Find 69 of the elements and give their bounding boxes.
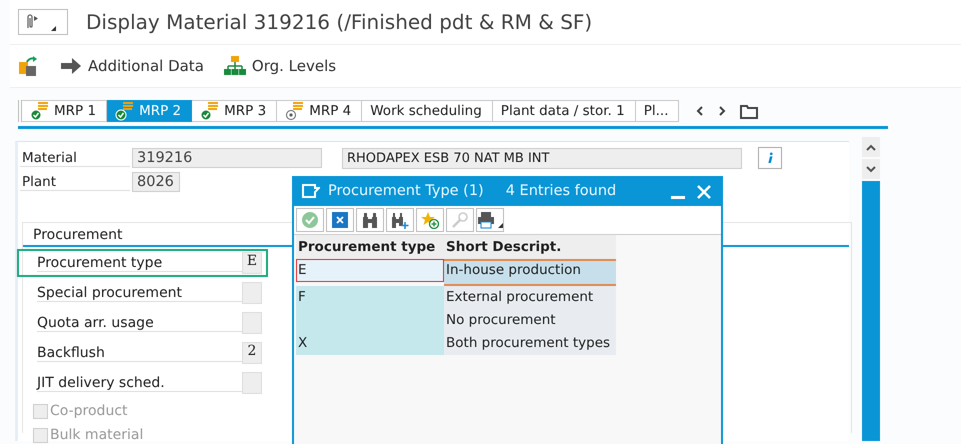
field-label: Quota arr. usage xyxy=(37,314,242,332)
checkbox-label: Bulk material xyxy=(50,427,144,443)
chevron-up-icon xyxy=(866,144,876,150)
material-field: 319216 xyxy=(132,148,322,168)
field-label: Special procurement xyxy=(37,284,242,302)
table-cell[interactable]: In-house production xyxy=(444,259,616,286)
info-button[interactable] xyxy=(758,147,782,169)
description-field: RHODAPEX ESB 70 NAT MB INT xyxy=(342,148,742,168)
binoculars-icon xyxy=(361,211,379,229)
field-label: Material xyxy=(20,150,130,166)
chevron-left-icon xyxy=(696,106,704,116)
status-ok-icon xyxy=(200,101,220,121)
scrollbar-thumb[interactable] xyxy=(862,181,880,441)
field-label: Procurement type xyxy=(37,254,242,272)
cancel-icon xyxy=(331,211,349,229)
dialog-title: Procurement Type (1) xyxy=(328,183,484,199)
menu-button[interactable] xyxy=(18,9,68,35)
table-cell[interactable]: F xyxy=(296,286,444,309)
input-field[interactable]: 2 xyxy=(242,342,262,364)
input-field[interactable] xyxy=(242,282,262,304)
input-field[interactable] xyxy=(242,372,262,394)
input-field[interactable]: E xyxy=(242,252,262,274)
checkbox-label: Co-product xyxy=(50,403,128,419)
tab[interactable]: MRP 3 xyxy=(192,100,278,122)
plant-field: 8026 xyxy=(132,172,180,192)
arrow-icon xyxy=(60,57,82,75)
binoculars-plus-icon xyxy=(391,211,409,229)
add-favorite-button[interactable] xyxy=(416,208,444,232)
status-ok-icon xyxy=(30,101,50,121)
tab[interactable]: Plant data / stor. 1 xyxy=(492,100,636,122)
chevron-right-icon xyxy=(718,106,726,116)
field-label: JIT delivery sched. xyxy=(37,374,242,392)
chevron-down-icon xyxy=(866,166,876,172)
table-cell[interactable]: External procurement xyxy=(444,286,616,309)
hierarchy-icon xyxy=(224,56,246,76)
find-next-button[interactable] xyxy=(386,208,414,232)
checkmark-icon xyxy=(301,211,319,229)
additional-data-button[interactable]: Additional Data xyxy=(60,57,204,75)
tab[interactable]: MRP 1 xyxy=(22,100,108,122)
table-cell[interactable]: Both procurement types xyxy=(444,332,616,355)
dialog-icon xyxy=(302,184,320,198)
field-label: Plant xyxy=(20,174,130,190)
window-title: Display Material 319216 (/Finished pdt & RM & SF) xyxy=(86,10,592,34)
entry-count: 4 Entries found xyxy=(506,183,616,199)
input-field[interactable] xyxy=(242,312,262,334)
tab[interactable]: MRP 4 xyxy=(277,100,362,122)
cancel-button[interactable] xyxy=(326,208,354,232)
tab[interactable]: Work scheduling xyxy=(362,100,493,122)
status-ok-icon xyxy=(115,101,136,121)
star-plus-icon xyxy=(421,211,439,229)
scroll-up-button[interactable] xyxy=(862,137,880,157)
status-open-icon xyxy=(285,101,306,121)
find-button[interactable] xyxy=(356,208,384,232)
column-header[interactable]: Short Descript. xyxy=(444,235,616,259)
folder-icon xyxy=(740,104,758,118)
tab[interactable]: Pl... xyxy=(636,100,680,122)
print-button[interactable] xyxy=(476,208,504,232)
table-cell[interactable]: E xyxy=(296,259,444,282)
close-icon xyxy=(697,185,711,199)
column-header[interactable]: Procurement type xyxy=(296,235,444,259)
minimize-icon xyxy=(671,196,685,199)
printer-icon xyxy=(477,211,503,229)
caret-icon xyxy=(51,26,56,31)
table-cell[interactable]: No procurement xyxy=(444,309,616,332)
scroll-down-button[interactable] xyxy=(862,159,880,179)
close-button[interactable] xyxy=(695,183,713,199)
table-cell[interactable]: X xyxy=(296,332,444,355)
field-label: Backflush xyxy=(37,344,242,362)
org-levels-button[interactable]: Org. Levels xyxy=(224,56,336,76)
